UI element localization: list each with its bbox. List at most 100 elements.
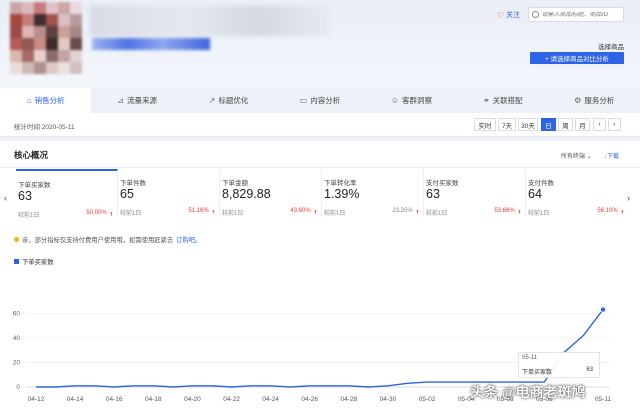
tab-service-analysis[interactable]: ⚙ 服务分析 <box>549 88 640 113</box>
stat-time-bar: 统计时间 2020-05-11 实时 7天 30天 日 周 月 ‹ › <box>0 113 640 137</box>
metric-compare: 较前1日 <box>426 211 448 217</box>
metric-name: 下单金额 <box>222 180 248 187</box>
download-label: 下载 <box>607 154 620 160</box>
terminal-select[interactable]: 所有终端 ⌄ <box>561 151 592 160</box>
metric-card[interactable]: 下单买家数 63 较前1日 50.00% 🠅 <box>16 169 118 220</box>
shop-tag-blurred <box>92 38 210 50</box>
metric-change: 51.16% 🠅 <box>188 208 215 218</box>
watermark-text: 头条 @电商老斑鸠 <box>470 384 586 400</box>
tab-customer-insight[interactable]: ☺ 客群洞察 <box>366 88 457 113</box>
notice-dot-icon <box>14 237 19 242</box>
search-input[interactable] <box>542 11 622 18</box>
arrow-up-icon: 🠅 <box>313 210 317 216</box>
metric-name: 下单件数 <box>120 180 146 187</box>
chart-tooltip: 05-11 下单买家数 63 <box>518 352 600 378</box>
analysis-tabs: ⌂ 销售分析 ⊿ 流量来源 ↗ 标题优化 ▭ 内容分析 ☺ 客群洞察 ⚭ 关联搭配 ⚙ 服务分… <box>0 88 640 113</box>
shop-header: ♡ 关注 选择商品 + 请选择商品对比分析 <box>0 0 640 88</box>
follow-label: 关注 <box>506 12 521 19</box>
metric-change: 50.00% 🠅 <box>86 210 113 220</box>
chart-icon: ⊿ <box>117 96 124 105</box>
download-link[interactable]: ↓下载 <box>604 151 619 160</box>
tab-related-match[interactable]: ⚭ 关联搭配 <box>457 88 548 113</box>
arrow-up-icon: 🠅 <box>211 210 215 216</box>
legend-label: 下单买家数 <box>22 259 54 266</box>
tab-sales-analysis[interactable]: ⌂ 销售分析 <box>0 88 92 113</box>
notice-bar: 亲，部分指标仅支持付费用户使用哦，如需使用赶紧去 订购吧。 <box>14 235 201 244</box>
home-icon: ⌂ <box>26 96 32 105</box>
metric-change: 53.66% 🠅 <box>494 208 521 218</box>
metric-change-value: 53.66% <box>494 208 515 214</box>
metric-compare: 较前1日 <box>18 213 40 219</box>
tab-label: 内容分析 <box>310 96 341 105</box>
tab-title-optimize[interactable]: ↗ 标题优化 <box>183 88 274 113</box>
terminal-select-label: 所有终端 <box>561 154 586 160</box>
metric-card[interactable]: 下单件数 65 较前1日 51.16% 🠅 <box>118 169 220 217</box>
chevron-right-icon: › <box>613 121 616 128</box>
metric-name: 下单买家数 <box>18 182 51 189</box>
metric-change-value: 56.10% <box>597 208 618 214</box>
metric-card[interactable]: 支付买家数 63 较前1日 53.66% 🠅 <box>424 169 526 217</box>
tab-label: 客群洞察 <box>401 96 432 105</box>
metric-card[interactable]: 支付件数 64 较前1日 56.10% 🠅 <box>526 169 628 217</box>
trend-icon: ↗ <box>208 96 216 105</box>
user-icon: ☺ <box>390 96 399 105</box>
range-realtime-button[interactable]: 实时 <box>474 118 496 131</box>
tab-content-analysis[interactable]: ▭ 内容分析 <box>274 88 365 113</box>
tab-label: 标题优化 <box>218 96 249 105</box>
order-link[interactable]: 订购吧。 <box>176 235 201 244</box>
follow-button[interactable]: ♡ 关注 <box>497 10 520 20</box>
metric-change-value: 50.00% <box>86 210 107 216</box>
tab-traffic-source[interactable]: ⊿ 流量来源 <box>91 88 182 113</box>
tooltip-date: 05-11 <box>522 355 537 361</box>
metric-change-value: 23.35% <box>392 208 413 214</box>
range-30d-button[interactable]: 30天 <box>518 118 538 131</box>
tab-label: 关联搭配 <box>492 96 523 105</box>
tooltip-series-name: 下单买家数 <box>522 370 553 376</box>
chart-legend: 下单买家数 <box>14 257 53 266</box>
range-7d-button[interactable]: 7天 <box>498 118 516 131</box>
search-box[interactable] <box>528 7 624 22</box>
chevron-down-icon: ⌄ <box>586 154 592 160</box>
metric-value: 63 <box>18 189 32 203</box>
select-goods-label: 选择商品 <box>598 44 624 51</box>
next-period-button[interactable]: › <box>608 118 621 131</box>
notice-text: 亲，部分指标仅支持付费用户使用哦，如需使用赶紧去 <box>22 237 174 244</box>
metric-name: 下单转化率 <box>324 180 357 187</box>
metric-name: 支付买家数 <box>426 180 459 187</box>
tab-label: 销售分析 <box>34 96 65 105</box>
tab-label: 流量来源 <box>126 96 157 105</box>
tooltip-value: 63 <box>586 367 593 373</box>
range-week-button[interactable]: 周 <box>558 118 573 131</box>
metric-value: 1.39% <box>324 187 360 201</box>
range-month-button[interactable]: 月 <box>575 118 590 131</box>
metric-card[interactable]: 下单转化率 1.39% 较前1日 23.35% 🠅 <box>322 169 424 217</box>
arrow-up-icon: 🠅 <box>109 212 113 218</box>
metric-value: 63 <box>426 187 440 201</box>
metric-compare: 较前1日 <box>324 211 346 217</box>
doc-icon: ▭ <box>299 96 308 105</box>
metric-change: 23.35% 🠅 <box>392 208 419 218</box>
legend-swatch <box>14 259 19 264</box>
chevron-left-icon: ‹ <box>4 193 7 203</box>
metric-compare: 较前1日 <box>222 211 244 217</box>
metric-change: 43.60% 🠅 <box>290 208 317 218</box>
metric-value: 8,829.88 <box>222 187 271 201</box>
metrics-prev-arrow[interactable]: ‹ <box>4 193 7 203</box>
metric-change-value: 43.60% <box>290 208 311 214</box>
service-icon: ⚙ <box>574 96 582 105</box>
metric-value: 65 <box>120 187 134 201</box>
arrow-up-icon: 🠅 <box>620 210 624 216</box>
compare-goods-button[interactable]: + 请选择商品对比分析 <box>530 52 624 64</box>
range-day-button[interactable]: 日 <box>541 118 556 131</box>
metric-compare: 较前1日 <box>528 211 550 217</box>
metric-compare: 较前1日 <box>120 211 142 217</box>
link-icon: ⚭ <box>482 96 490 105</box>
divider <box>0 167 640 168</box>
metric-card[interactable]: 下单金额 8,829.88 较前1日 43.60% 🠅 <box>220 169 322 217</box>
shop-name-blurred <box>90 6 330 36</box>
stat-time-label: 统计时间 2020-05-11 <box>14 124 75 131</box>
metric-change: 56.10% 🠅 <box>597 208 624 218</box>
section-title: 核心概况 <box>14 150 49 160</box>
prev-period-button[interactable]: ‹ <box>593 118 606 131</box>
shop-logo-blurred <box>10 2 82 74</box>
